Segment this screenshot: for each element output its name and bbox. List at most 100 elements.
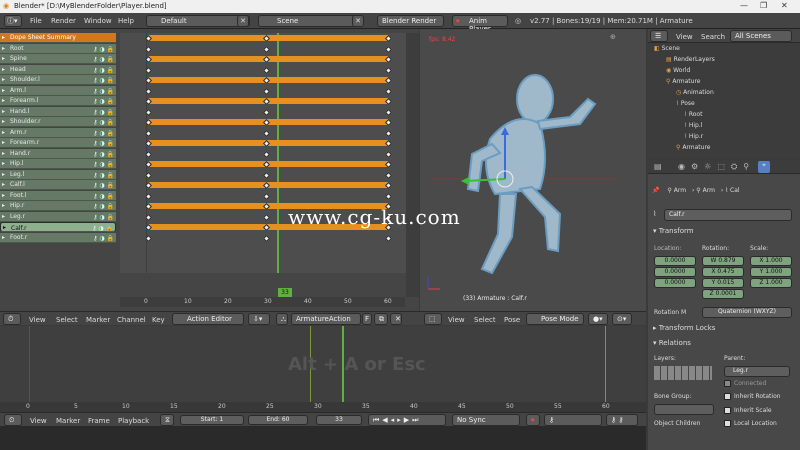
layout-close-icon[interactable]: ✕ xyxy=(237,15,249,27)
channel-toggle-icons[interactable]: ⚷ ◑ 🔒 xyxy=(93,55,114,64)
relations-header[interactable]: ▾ Relations xyxy=(653,339,691,347)
keyframe-diamond[interactable] xyxy=(262,87,271,95)
channel-row[interactable]: ▸ Foot.r ⚷ ◑ 🔒 xyxy=(0,232,116,243)
viewport-editor-type-icon[interactable]: ⬚ xyxy=(424,313,442,325)
channel-toggle-icons[interactable]: ⚷ ◑ 🔒 xyxy=(93,181,114,190)
channel-row[interactable]: ▸ Hand.l ⚷ ◑ 🔒 xyxy=(0,106,116,117)
keyframe-diamond[interactable] xyxy=(144,213,153,221)
expand-icon[interactable]: ▸ xyxy=(2,138,5,147)
action-editor-type-icon[interactable]: ⏱ xyxy=(3,313,21,325)
keyframe-diamond[interactable] xyxy=(384,45,393,53)
channel-toggle-icons[interactable]: ⚷ ◑ 🔒 xyxy=(93,76,114,85)
3d-viewport[interactable]: fps: 8.42 ⊕ (33) Armature : Calf.r xyxy=(420,29,646,311)
outliner-item[interactable]: ⌇ Root xyxy=(684,111,702,118)
keyframe-diamond[interactable] xyxy=(144,45,153,53)
channel-row[interactable]: ▸ Hip.l ⚷ ◑ 🔒 xyxy=(0,159,116,169)
outliner-item[interactable]: ⚲ Armature xyxy=(666,78,700,85)
channel-toggle-icons[interactable]: ⚷ ◑ 🔒 xyxy=(93,129,114,138)
transform-field[interactable]: X 1.000 xyxy=(750,256,792,266)
channel-row[interactable]: ▸ Calf.l ⚷ ◑ 🔒 xyxy=(0,180,116,190)
keyframe-diamond[interactable] xyxy=(144,192,153,200)
keyframe-diamond[interactable] xyxy=(384,87,393,95)
end-frame-field[interactable]: End: 60 xyxy=(248,415,308,425)
action-view-menu[interactable]: View xyxy=(29,316,46,324)
channel-toggle-icons[interactable]: ⚷ ◑ 🔒 xyxy=(93,66,114,75)
keyframe-diamond[interactable] xyxy=(144,108,153,116)
scene-close-icon[interactable]: ✕ xyxy=(352,15,364,27)
layout-selector[interactable]: Default xyxy=(146,15,250,27)
properties-editor[interactable]: ▤ ◉⚙☼⬚⛭⚲ ⌖ 📌 ⚲ Arm › ⚲ Arm › ⌇ Cal ⌇ Cal… xyxy=(648,160,800,450)
interaction-mode-selector[interactable]: Pose Mode xyxy=(526,313,584,325)
transform-locks-header[interactable]: ▸ Transform Locks xyxy=(653,324,715,332)
keyframe-diamond[interactable] xyxy=(262,171,271,179)
channel-row[interactable]: ▸ Dope Sheet Summary xyxy=(0,33,116,43)
expand-icon[interactable]: ▸ xyxy=(2,212,5,221)
keyframe-diamond[interactable] xyxy=(144,87,153,95)
keyframe-diamond[interactable] xyxy=(262,129,271,137)
local-location-checkbox[interactable] xyxy=(724,420,731,427)
timeline-marker-menu[interactable]: Marker xyxy=(56,417,80,425)
outliner-display-mode[interactable]: All Scenes xyxy=(730,30,792,42)
shading-mode-icon[interactable]: ●▾ xyxy=(588,313,608,325)
viewport-select-menu[interactable]: Select xyxy=(474,316,496,324)
outliner-item[interactable]: ◉ World xyxy=(666,67,690,74)
outliner-item[interactable]: ⌇ Hip.r xyxy=(684,133,703,140)
channel-row[interactable]: ▸ Calf.r ⚷ ◑ 🔒 xyxy=(0,222,116,232)
expand-icon[interactable]: ▸ xyxy=(2,75,5,84)
channel-toggle-icons[interactable]: ⚷ ◑ 🔒 xyxy=(93,234,114,243)
action-browse-icon[interactable]: ⛬ xyxy=(276,313,288,325)
bone-layers-grid[interactable] xyxy=(654,366,712,380)
channel-row[interactable]: ▸ Forearm.l ⚷ ◑ 🔒 xyxy=(0,96,116,106)
fake-user-button[interactable]: F xyxy=(362,313,372,325)
start-frame-field[interactable]: Start: 1 xyxy=(180,415,244,425)
keyframe-diamond[interactable] xyxy=(262,66,271,74)
channel-row[interactable]: ▸ Forearm.r ⚷ ◑ 🔒 xyxy=(0,138,116,148)
minimize-icon[interactable]: — xyxy=(740,1,748,10)
inherit-scale-checkbox[interactable] xyxy=(724,407,731,414)
expand-icon[interactable]: ▸ xyxy=(2,65,5,74)
expand-icon[interactable]: ▸ xyxy=(2,86,5,95)
channel-toggle-icons[interactable]: ⚷ ◑ 🔒 xyxy=(93,87,114,96)
outliner-editor-icon[interactable]: ☰ xyxy=(650,30,668,42)
channel-toggle-icons[interactable]: ⚷ ◑ 🔒 xyxy=(93,108,114,117)
menu-window[interactable]: Window xyxy=(84,17,112,25)
channel-toggle-icons[interactable]: ⚷ ◑ 🔒 xyxy=(93,45,114,54)
transform-field[interactable]: 0.0000 xyxy=(654,256,696,266)
transform-field[interactable]: 0.0000 xyxy=(654,278,696,288)
connected-checkbox[interactable] xyxy=(724,380,731,387)
record-icon[interactable]: ⏺ xyxy=(526,414,540,426)
channel-row[interactable]: ▸ Shoulder.r ⚷ ◑ 🔒 xyxy=(0,117,116,127)
anim-player-button[interactable]: ⏺Anim Player xyxy=(452,15,508,33)
scene-selector[interactable]: Scene xyxy=(258,15,362,27)
outliner-search-menu[interactable]: Search xyxy=(701,33,725,41)
expand-icon[interactable]: ▸ xyxy=(2,159,5,168)
expand-icon[interactable]: ▸ xyxy=(2,54,5,63)
outliner[interactable]: ☰ View Search All Scenes ◧ Scene ▤ Render… xyxy=(648,29,800,159)
channel-row[interactable]: ▸ Head ⚷ ◑ 🔒 xyxy=(0,64,116,75)
transform-field[interactable]: Z 0.0001 xyxy=(702,289,744,299)
expand-icon[interactable]: ▸ xyxy=(2,107,5,116)
channel-row[interactable]: ▸ Shoulder.l ⚷ ◑ 🔒 xyxy=(0,75,116,85)
maximize-icon[interactable]: ❐ xyxy=(760,1,767,10)
expand-icon[interactable]: ▸ xyxy=(2,44,5,53)
outliner-item[interactable]: ⚲ Armature xyxy=(676,144,710,151)
action-copy-icon[interactable]: ⧉ xyxy=(374,313,388,325)
channel-toggle-icons[interactable]: ⚷ ◑ 🔒 xyxy=(93,139,114,148)
keyframe-diamond[interactable] xyxy=(144,150,153,158)
inherit-rotation-checkbox[interactable] xyxy=(724,393,731,400)
channel-toggle-icons[interactable]: ⚷ ◑ 🔒 xyxy=(93,150,114,159)
channel-row[interactable]: ▸ Root ⚷ ◑ 🔒 xyxy=(0,43,116,54)
timeline-frame-menu[interactable]: Frame xyxy=(88,417,110,425)
transform-field[interactable]: 0.0000 xyxy=(654,267,696,277)
viewport-pose-menu[interactable]: Pose xyxy=(504,316,520,324)
viewport-view-menu[interactable]: View xyxy=(448,316,465,324)
dope-scrollbar[interactable] xyxy=(406,33,419,297)
dope-sheet-editor[interactable]: ▸ Dope Sheet Summary ▸ Root ⚷ ◑ 🔒 ▸ Spine ⚷ ◑ 🔒… xyxy=(0,29,419,311)
action-editor-area[interactable]: Alt + A or Esc xyxy=(0,326,646,404)
pin-icon[interactable]: 📌 xyxy=(652,187,659,194)
transform-field[interactable]: Y 0.015 xyxy=(702,278,744,288)
properties-editor-icon[interactable]: ▤ xyxy=(654,162,662,171)
menu-file[interactable]: File xyxy=(30,17,42,25)
property-context-icons[interactable]: ◉⚙☼⬚⛭⚲ xyxy=(678,162,755,172)
expand-icon[interactable]: ▸ xyxy=(2,191,5,200)
